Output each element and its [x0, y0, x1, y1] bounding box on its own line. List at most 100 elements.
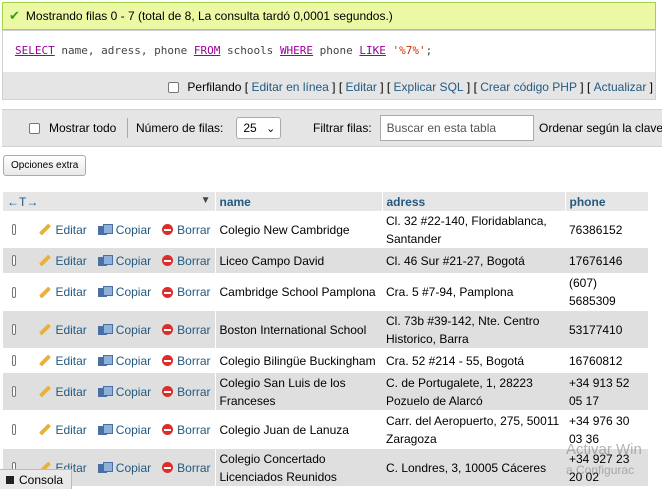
delete-label: Borrar	[177, 422, 211, 437]
edit-label: Editar	[55, 322, 87, 337]
edit-query-link[interactable]: Editar	[346, 80, 377, 94]
sql-fields: name, adress, phone	[54, 44, 194, 57]
rows-value: 25	[243, 121, 257, 135]
table-row: Editar Copiar Borrar Liceo Campo David Cl. 4…	[3, 248, 648, 273]
cell-name: Colegio Bilingüe Buckingham	[214, 348, 382, 373]
row-checkbox[interactable]	[12, 386, 17, 397]
edit-row-button[interactable]: Editar	[38, 421, 86, 439]
delete-row-button[interactable]: Borrar	[162, 221, 211, 239]
delete-row-button[interactable]: Borrar	[162, 321, 211, 339]
rows-group: Número de filas: 25 ⌄	[136, 110, 282, 146]
edit-row-button[interactable]: Editar	[38, 383, 86, 401]
cell-phone: (607) 5685309	[565, 273, 648, 311]
profiling-checkbox[interactable]	[168, 81, 180, 93]
show-all-checkbox[interactable]	[29, 122, 40, 134]
delete-row-button[interactable]: Borrar	[162, 283, 211, 301]
delete-row-button[interactable]: Borrar	[162, 459, 211, 477]
row-checkbox[interactable]	[12, 286, 17, 298]
explain-sql-link[interactable]: Explicar SQL	[394, 80, 464, 94]
column-header-name[interactable]: name	[215, 192, 383, 211]
query-actions-row: Perfilando [ Editar en línea ] [ Editar …	[3, 76, 655, 98]
filter-input[interactable]	[379, 115, 534, 141]
row-checkbox[interactable]	[12, 324, 17, 335]
copy-row-button[interactable]: Copiar	[97, 283, 152, 301]
sql-keyword-like[interactable]: LIKE	[359, 44, 386, 57]
show-all-group[interactable]: Mostrar todo	[29, 110, 116, 146]
edit-row-button[interactable]: Editar	[38, 221, 86, 239]
extra-options-button[interactable]: Opciones extra	[3, 155, 87, 176]
show-all-label: Mostrar todo	[49, 121, 117, 135]
delete-label: Borrar	[177, 384, 211, 399]
row-checkbox[interactable]	[12, 355, 17, 366]
copy-row-button[interactable]: Copiar	[97, 421, 152, 439]
copy-row-button[interactable]: Copiar	[97, 252, 151, 270]
copy-row-button[interactable]: Copiar	[97, 321, 151, 339]
copy-row-button[interactable]: Copiar	[97, 221, 151, 239]
edit-inline-link[interactable]: Editar en línea	[251, 80, 328, 94]
delete-icon	[162, 462, 174, 473]
edit-label: Editar	[55, 422, 87, 437]
copy-icon	[97, 286, 113, 298]
delete-icon	[162, 386, 174, 397]
sql-query-code[interactable]: SELECT name, adress, phone FROM schools …	[3, 31, 655, 72]
navigation-bar: Mostrar todo Número de filas: 25 ⌄ Filtr…	[2, 109, 662, 147]
copy-icon	[97, 423, 113, 436]
column-arrows-icon[interactable]: ←T→	[7, 195, 38, 209]
rows-select[interactable]: 25 ⌄	[236, 117, 282, 139]
copy-row-button[interactable]: Copiar	[97, 383, 151, 401]
activation-watermark: Activar Win a Configurac	[566, 440, 642, 480]
console-toggle[interactable]: Consola	[0, 469, 72, 489]
copy-label: Copiar	[115, 285, 152, 299]
copy-label: Copiar	[115, 460, 152, 475]
copy-icon	[97, 223, 113, 236]
cell-adress: C. Londres, 3, 10005 Cáceres	[382, 449, 565, 486]
row-actions-cell: Editar Copiar Borrar	[3, 273, 215, 311]
edit-row-button[interactable]: Editar	[38, 252, 86, 270]
edit-row-button[interactable]: Editar	[38, 352, 86, 370]
check-icon: ✔	[9, 8, 20, 23]
pencil-icon	[38, 254, 51, 267]
cell-name: Boston International School	[214, 311, 382, 348]
row-checkbox[interactable]	[12, 424, 17, 435]
sql-column: phone	[313, 44, 360, 57]
cell-adress: Cra. 5 #7-94, Pamplona	[382, 273, 565, 311]
console-icon	[6, 475, 14, 484]
copy-icon	[97, 461, 113, 474]
column-header-phone[interactable]: phone	[565, 192, 649, 211]
sort-triangle-icon[interactable]: ▼	[201, 195, 211, 206]
row-checkbox[interactable]	[12, 224, 17, 235]
copy-label: Copiar	[115, 422, 152, 437]
cell-phone: 17676146	[565, 248, 648, 273]
edit-row-button[interactable]: Editar	[38, 321, 86, 339]
copy-row-button[interactable]: Copiar	[97, 459, 152, 477]
delete-label: Borrar	[177, 253, 211, 268]
cell-phone: 53177410	[565, 311, 648, 348]
cell-adress: Carr. del Aeropuerto, 275, 50011 Zaragoz…	[382, 410, 565, 449]
sql-keyword-select[interactable]: SELECT	[15, 44, 55, 57]
delete-label: Borrar	[177, 460, 211, 475]
table-row: Editar Copiar Borrar Colegio Juan de Lanuza…	[3, 410, 648, 449]
create-php-link[interactable]: Crear código PHP	[480, 80, 577, 94]
copy-row-button[interactable]: Copiar	[97, 352, 151, 370]
delete-row-button[interactable]: Borrar	[162, 352, 211, 370]
nav-divider	[127, 118, 128, 138]
console-label: Consola	[19, 472, 64, 487]
rows-label: Número de filas:	[136, 121, 224, 135]
cell-name: Colegio New Cambridge	[214, 211, 382, 248]
cell-adress: C. de Portugalete, 1, 28223 Pozuelo de A…	[382, 373, 565, 410]
delete-row-button[interactable]: Borrar	[162, 421, 211, 439]
refresh-link[interactable]: Actualizar	[594, 80, 647, 94]
chevron-down-icon: ⌄	[266, 122, 276, 135]
sql-keyword-from[interactable]: FROM	[194, 44, 221, 57]
cell-adress: Cl. 73b #39-142, Nte. Centro Historico, …	[382, 311, 565, 348]
column-header-adress[interactable]: adress	[382, 192, 566, 211]
edit-row-button[interactable]: Editar	[38, 283, 86, 301]
delete-row-button[interactable]: Borrar	[162, 383, 211, 401]
cell-phone: +34 913 52 05 17	[565, 373, 648, 410]
table-header-row: ←T→ ▼ name adress phone	[3, 192, 649, 211]
sql-keyword-where[interactable]: WHERE	[280, 44, 313, 57]
cell-adress: Cra. 52 #214 - 55, Bogotá	[382, 348, 565, 373]
row-checkbox[interactable]	[12, 255, 17, 266]
delete-row-button[interactable]: Borrar	[162, 252, 211, 270]
sql-space	[386, 44, 393, 57]
